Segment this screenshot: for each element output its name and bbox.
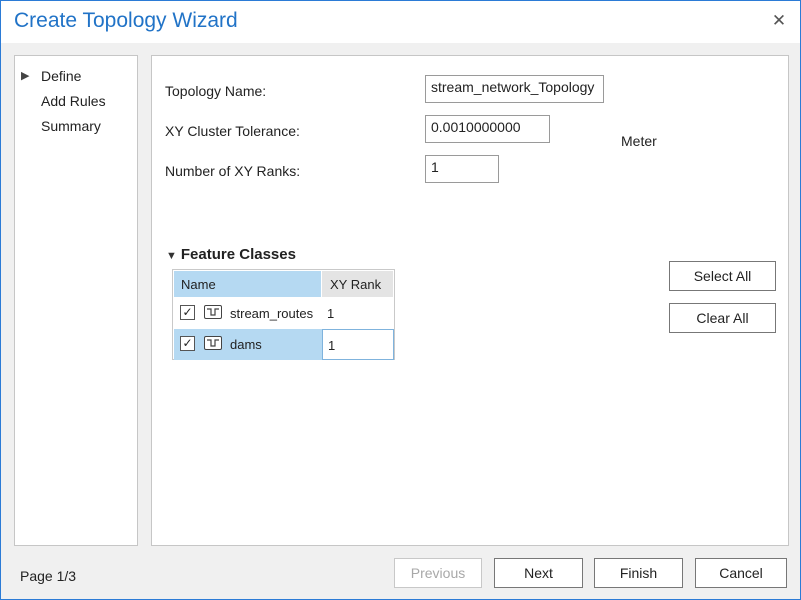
check-icon: ✓ bbox=[182, 305, 193, 319]
topology-name-label: Topology Name: bbox=[165, 83, 267, 99]
checkbox[interactable]: ✓ bbox=[180, 305, 195, 320]
feature-classes-table: Name XY Rank ✓ stream_routes 1 ✓ dams 1 bbox=[172, 269, 395, 360]
feature-classes-header[interactable]: ▼ Feature Classes bbox=[166, 246, 296, 263]
feature-class-name: stream_routes bbox=[230, 306, 314, 321]
feature-classes-title: Feature Classes bbox=[180, 246, 296, 263]
column-header-xy-rank[interactable]: XY Rank bbox=[322, 271, 393, 297]
wizard-steps-nav: ▶ Define Add Rules Summary bbox=[14, 55, 138, 546]
checkbox[interactable]: ✓ bbox=[180, 336, 195, 351]
triangle-right-icon: ▶ bbox=[21, 70, 30, 82]
column-header-name[interactable]: Name bbox=[174, 271, 321, 297]
window-title: Create Topology Wizard bbox=[14, 9, 238, 32]
chevron-down-icon[interactable]: ▼ bbox=[166, 250, 177, 262]
xy-rank-cell[interactable]: 1 bbox=[322, 298, 394, 329]
feature-class-name: dams bbox=[230, 337, 262, 352]
define-panel: Topology Name: stream_network_Topology X… bbox=[151, 55, 789, 546]
clear-all-button[interactable]: Clear All bbox=[669, 303, 776, 333]
nav-item-add-rules[interactable]: Add Rules bbox=[41, 93, 106, 109]
select-all-button[interactable]: Select All bbox=[669, 261, 776, 291]
cancel-button[interactable]: Cancel bbox=[695, 558, 787, 588]
table-row[interactable]: ✓ stream_routes 1 bbox=[174, 298, 394, 329]
line-feature-icon bbox=[204, 336, 222, 350]
xy-cluster-tolerance-input[interactable]: 0.0010000000 bbox=[425, 115, 550, 143]
page-indicator: Page 1/3 bbox=[20, 568, 77, 584]
xy-ranks-input[interactable]: 1 bbox=[425, 155, 499, 183]
tolerance-unit-label: Meter bbox=[621, 133, 657, 149]
check-icon: ✓ bbox=[182, 336, 193, 350]
line-feature-icon bbox=[204, 305, 222, 319]
title-bar: Create Topology Wizard ✕ bbox=[1, 1, 800, 43]
nav-item-summary[interactable]: Summary bbox=[41, 118, 101, 134]
xy-ranks-label: Number of XY Ranks: bbox=[165, 163, 301, 179]
close-icon[interactable]: ✕ bbox=[768, 10, 790, 32]
wizard-body: ▶ Define Add Rules Summary Topology Name… bbox=[1, 43, 800, 555]
line-feature-glyph bbox=[207, 339, 219, 347]
finish-button[interactable]: Finish bbox=[594, 558, 683, 588]
wizard-window: Create Topology Wizard ✕ ▶ Define Add Ru… bbox=[0, 0, 801, 600]
table-row[interactable]: ✓ dams 1 bbox=[174, 329, 394, 360]
nav-item-define[interactable]: Define bbox=[41, 68, 81, 84]
line-feature-glyph bbox=[207, 308, 219, 316]
previous-button[interactable]: Previous bbox=[394, 558, 482, 588]
xy-rank-cell[interactable]: 1 bbox=[322, 329, 394, 360]
wizard-footer: Page 1/3 Previous Next Finish Cancel bbox=[1, 555, 800, 599]
xy-cluster-tolerance-label: XY Cluster Tolerance: bbox=[165, 123, 300, 139]
next-button[interactable]: Next bbox=[494, 558, 583, 588]
topology-name-input[interactable]: stream_network_Topology bbox=[425, 75, 604, 103]
